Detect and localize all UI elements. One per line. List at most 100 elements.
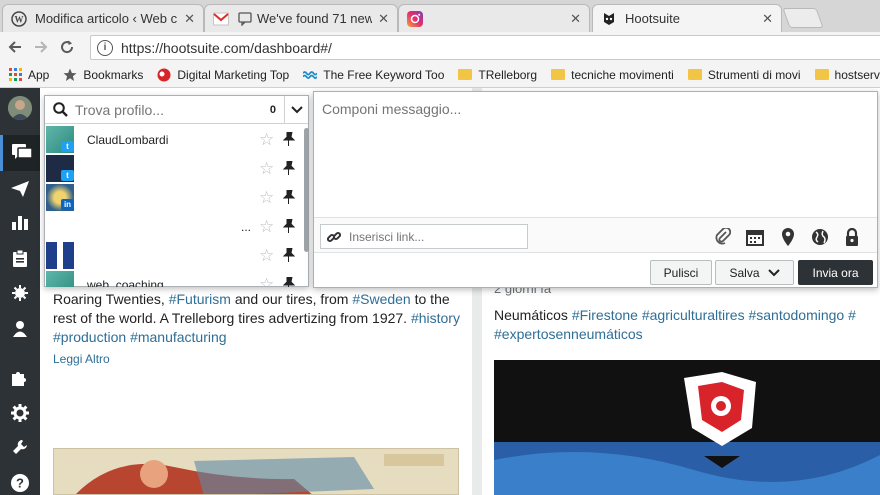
hashtag-link[interactable]: #manufacturing	[130, 329, 227, 345]
back-arrow-icon[interactable]	[4, 36, 26, 58]
lock-icon[interactable]	[843, 228, 861, 246]
star-icon[interactable]: ☆	[259, 275, 274, 288]
star-icon[interactable]: ☆	[259, 188, 274, 208]
profile-row[interactable]: ☆	[45, 241, 303, 270]
tools-wrench-icon[interactable]	[0, 429, 40, 465]
pin-icon[interactable]	[282, 131, 296, 151]
apps-grid-icon	[8, 68, 22, 82]
star-icon[interactable]: ☆	[259, 159, 274, 179]
close-icon[interactable]: ✕	[184, 11, 195, 27]
star-icon[interactable]: ☆	[259, 217, 274, 237]
bookmark-folder-hostservic[interactable]: hostservic	[814, 67, 880, 82]
pin-icon[interactable]	[282, 276, 296, 287]
globe-icon[interactable]	[811, 228, 829, 246]
svg-text:W: W	[15, 14, 24, 24]
chevron-down-icon[interactable]	[284, 95, 308, 124]
clear-button[interactable]: Pulisci	[650, 260, 712, 285]
pin-icon[interactable]	[282, 160, 296, 180]
save-label: Salva	[729, 265, 760, 280]
hashtag-link[interactable]: #santodomingo	[748, 307, 844, 323]
settings-gear-icon[interactable]	[0, 395, 40, 431]
hashtag-link[interactable]: #	[848, 307, 856, 323]
contacts-icon[interactable]	[0, 311, 40, 347]
star-icon[interactable]: ☆	[259, 130, 274, 150]
pin-icon[interactable]	[282, 218, 296, 238]
profile-row[interactable]: t ☆	[45, 154, 303, 183]
hashtag-link[interactable]: #Futurism	[169, 291, 231, 307]
post-image[interactable]	[53, 448, 459, 495]
instagram-icon	[407, 10, 423, 27]
attachment-paperclip-icon[interactable]	[714, 228, 732, 246]
star-icon[interactable]: ☆	[259, 246, 274, 266]
bookmark-digital-marketing[interactable]: Digital Marketing Top	[157, 68, 289, 82]
tab-title: We've found 71 new	[257, 11, 373, 26]
close-icon[interactable]: ✕	[762, 11, 773, 27]
streams-icon[interactable]	[0, 135, 40, 171]
read-more-link[interactable]: Leggi Altro	[53, 352, 110, 366]
message-input[interactable]	[314, 92, 877, 217]
twitter-icon: t	[61, 141, 74, 152]
close-icon[interactable]: ✕	[378, 11, 389, 27]
hashtag-link[interactable]: #production	[53, 329, 126, 345]
profile-selector: 0 t ClaudLombardi ☆ t ☆ in ☆ ..	[44, 95, 309, 287]
save-button[interactable]: Salva	[715, 260, 794, 285]
calendar-icon[interactable]	[746, 228, 764, 246]
location-pin-icon[interactable]	[779, 228, 797, 246]
bookmark-label: hostservic	[834, 67, 880, 82]
hashtag-link[interactable]: #expertosenneumáticos	[494, 326, 643, 342]
bookmark-folder-tecniche[interactable]: tecniche movimenti	[551, 68, 674, 82]
address-bar[interactable]: i https://hootsuite.com/dashboard#/	[90, 35, 880, 60]
chevron-down-icon	[767, 268, 780, 277]
app-directory-puzzle-icon[interactable]	[0, 360, 40, 396]
tab-instagram[interactable]: ✕	[398, 4, 590, 32]
selected-profiles-count: 0	[269, 103, 276, 116]
profile-name: ...	[241, 219, 252, 234]
hootsuite-owl-icon	[601, 11, 617, 27]
folder-icon	[687, 68, 702, 82]
avatar[interactable]	[8, 96, 32, 120]
search-icon	[45, 102, 75, 117]
send-now-button[interactable]: Invia ora	[798, 260, 873, 285]
tab-hootsuite[interactable]: Hootsuite ✕	[592, 4, 782, 32]
profile-row[interactable]: ... ☆	[45, 212, 303, 241]
profile-row[interactable]: web_coaching ☆	[45, 270, 303, 287]
link-field[interactable]	[320, 224, 528, 249]
analytics-icon[interactable]	[0, 204, 40, 240]
post-image[interactable]	[494, 360, 880, 495]
help-icon[interactable]: ?	[0, 465, 40, 495]
forward-arrow-icon[interactable]	[30, 36, 52, 58]
profile-search-input[interactable]	[75, 101, 270, 118]
publisher-icon[interactable]	[0, 171, 40, 207]
profile-row[interactable]: in ☆	[45, 183, 303, 212]
tab-gmail[interactable]: We've found 71 new ✕	[204, 4, 398, 32]
bookmark-apps[interactable]: App	[8, 68, 49, 82]
info-icon[interactable]: i	[97, 39, 113, 56]
hashtag-link[interactable]: #agriculturaltires	[642, 307, 745, 323]
bookmark-folder-strumenti[interactable]: Strumenti di movi	[687, 67, 801, 82]
pin-icon[interactable]	[282, 189, 296, 209]
profile-name: web_coaching	[87, 277, 164, 288]
hashtag-link[interactable]: #Sweden	[352, 291, 410, 307]
folder-icon	[458, 68, 473, 82]
tab-wordpress[interactable]: W Modifica articolo ‹ Web c ✕	[2, 4, 204, 32]
profile-list-scrollbar[interactable]	[304, 128, 309, 252]
pin-icon[interactable]	[282, 247, 296, 267]
profile-row[interactable]: t ClaudLombardi ☆	[45, 125, 303, 154]
profile-avatar	[46, 242, 74, 269]
bookmark-keyword-tool[interactable]: The Free Keyword Too	[303, 68, 444, 82]
tab-title: Hootsuite	[625, 11, 680, 26]
twitter-icon: t	[61, 170, 74, 181]
reload-icon[interactable]	[56, 36, 78, 58]
hashtag-link[interactable]: #Firestone	[572, 307, 638, 323]
assignments-icon[interactable]	[0, 240, 40, 276]
link-input[interactable]	[349, 229, 527, 244]
hashtag-link[interactable]: #history	[411, 310, 460, 326]
bookmark-folder-trelleborg[interactable]: TRelleborg	[458, 68, 537, 82]
bookmark-label: Strumenti di movi	[707, 67, 801, 82]
bookmark-bookmarks[interactable]: Bookmarks	[63, 68, 143, 82]
close-icon[interactable]: ✕	[570, 11, 581, 27]
new-tab-button[interactable]	[782, 8, 824, 28]
campaigns-icon[interactable]	[0, 275, 40, 311]
star-icon	[63, 68, 77, 82]
post-text: Roaring Twenties, #Futurism and our tire…	[53, 291, 460, 345]
